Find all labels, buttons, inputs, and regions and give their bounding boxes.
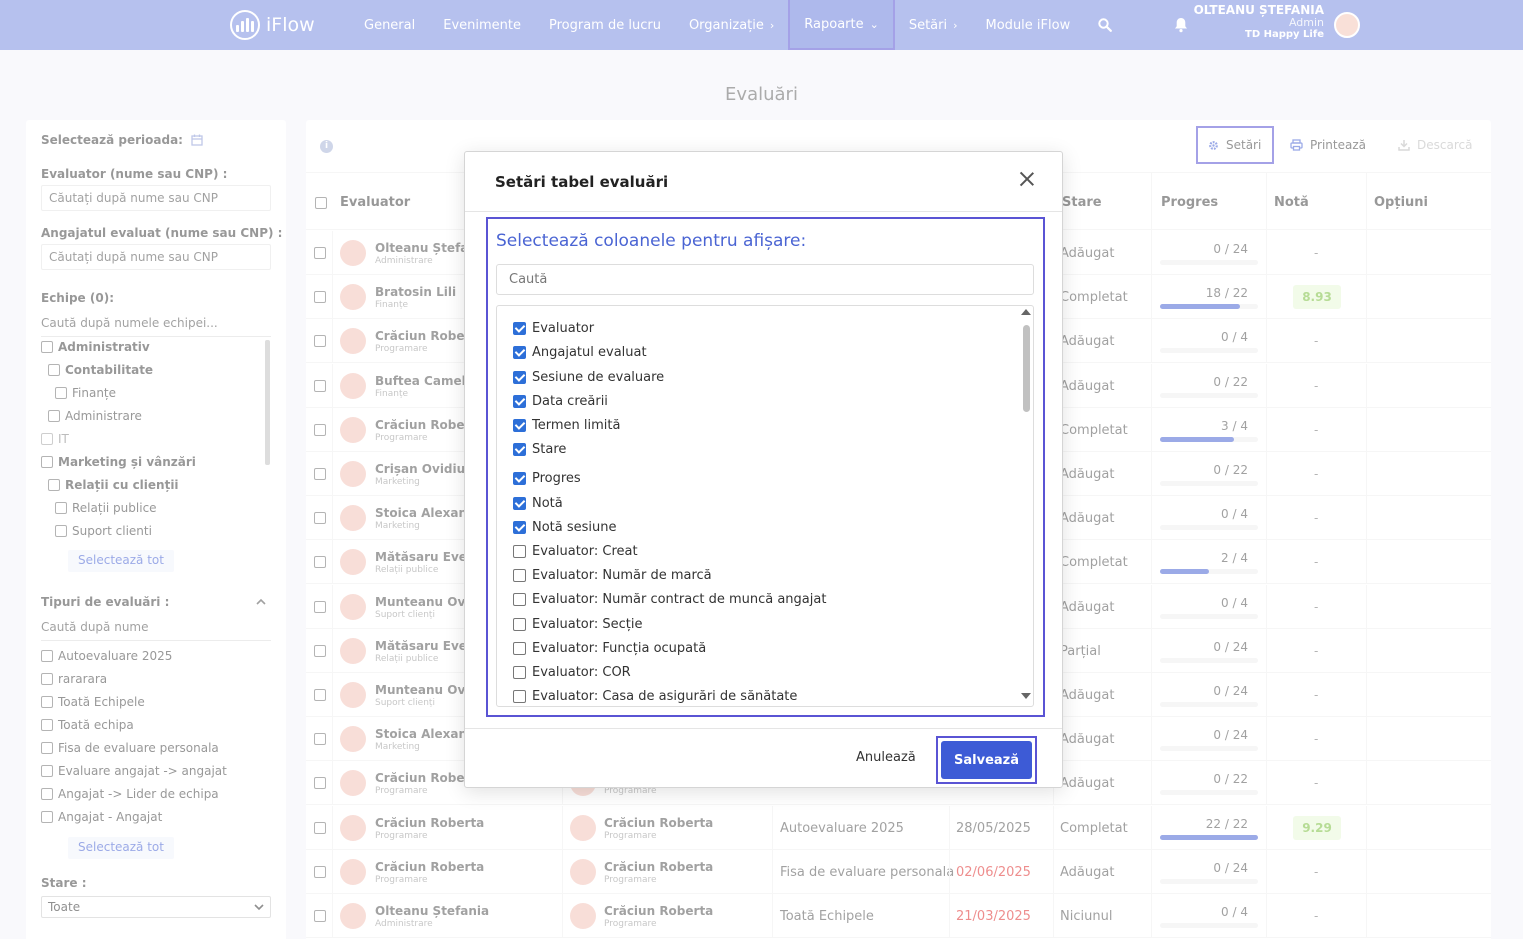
column-option-label: Notă	[532, 496, 563, 511]
column-selector: Selectează coloanele pentru afișare: Cau…	[486, 217, 1045, 717]
column-option-checkbox[interactable]	[513, 642, 526, 655]
column-option-label: Evaluator: Creat	[532, 544, 638, 559]
column-option[interactable]: Notă sesiune	[513, 520, 617, 535]
save-button[interactable]: Salvează	[941, 741, 1032, 779]
modal-title: Setări tabel evaluări	[495, 173, 669, 191]
column-option-label: Evaluator	[532, 321, 595, 336]
table-settings-modal: Setări tabel evaluări Selectează coloane…	[464, 151, 1063, 788]
column-option[interactable]: Evaluator: Casa de asigurări de sănătate	[513, 689, 797, 704]
column-option[interactable]: Evaluator: Număr contract de muncă angaj…	[513, 592, 826, 607]
column-option-checkbox[interactable]	[513, 419, 526, 432]
column-option-checkbox[interactable]	[513, 371, 526, 384]
column-option[interactable]: Evaluator	[513, 321, 594, 336]
column-option-checkbox[interactable]	[513, 618, 526, 631]
column-option-label: Evaluator: Secție	[532, 617, 643, 632]
column-option-checkbox[interactable]	[513, 395, 526, 408]
column-option-label: Notă sesiune	[532, 520, 617, 535]
column-option[interactable]: Termen limită	[513, 418, 620, 433]
column-option[interactable]: Evaluator: Număr de marcă	[513, 568, 712, 583]
scroll-up-arrow-icon[interactable]	[1021, 309, 1031, 315]
column-option-checkbox[interactable]	[513, 346, 526, 359]
column-option[interactable]: Evaluator: COR	[513, 665, 631, 680]
column-options-list: Evaluator Angajatul evaluat Sesiune de eva…	[496, 305, 1034, 707]
column-option-checkbox[interactable]	[513, 472, 526, 485]
scrollbar-thumb[interactable]	[1023, 325, 1030, 412]
column-option-label: Sesiune de evaluare	[532, 370, 665, 385]
save-button-highlight: Salvează	[936, 736, 1037, 784]
column-option-label: Evaluator: Număr de marcă	[532, 568, 712, 583]
column-option[interactable]: Evaluator: Creat	[513, 544, 638, 559]
column-selector-title: Selectează coloanele pentru afișare:	[496, 231, 807, 251]
column-option-checkbox[interactable]	[513, 666, 526, 679]
column-search-input[interactable]: Caută	[496, 264, 1034, 295]
column-option[interactable]: Progres	[513, 471, 581, 486]
scroll-down-arrow-icon[interactable]	[1021, 693, 1031, 699]
cancel-button[interactable]: Anulează	[856, 750, 916, 765]
column-option-label: Evaluator: Casa de asigurări de sănătate	[532, 689, 798, 704]
column-option-label: Evaluator: COR	[532, 665, 631, 680]
column-option-checkbox[interactable]	[513, 545, 526, 558]
column-option-label: Data creării	[532, 394, 608, 409]
column-option-label: Evaluator: Număr contract de muncă angaj…	[532, 592, 827, 607]
column-option[interactable]: Data creării	[513, 394, 608, 409]
column-option-label: Angajatul evaluat	[532, 345, 647, 360]
column-option-checkbox[interactable]	[513, 322, 526, 335]
column-option[interactable]: Angajatul evaluat	[513, 345, 647, 360]
column-option[interactable]: Sesiune de evaluare	[513, 370, 664, 385]
modal-divider	[465, 728, 1062, 729]
column-option-label: Stare	[532, 442, 567, 457]
column-option-checkbox[interactable]	[513, 593, 526, 606]
options-scrollbar[interactable]	[1020, 309, 1032, 703]
column-option-checkbox[interactable]	[513, 569, 526, 582]
column-option-checkbox[interactable]	[513, 690, 526, 703]
column-option[interactable]: Evaluator: Secție	[513, 617, 642, 632]
column-option[interactable]: Evaluator: Funcția ocupată	[513, 641, 706, 656]
column-option-label: Progres	[532, 471, 581, 486]
column-option[interactable]: Stare	[513, 442, 566, 457]
column-option-checkbox[interactable]	[513, 443, 526, 456]
close-icon[interactable]	[1018, 170, 1036, 188]
column-option-checkbox[interactable]	[513, 497, 526, 510]
column-option[interactable]: Notă	[513, 496, 563, 511]
column-option-checkbox[interactable]	[513, 521, 526, 534]
column-option-label: Termen limită	[532, 418, 621, 433]
column-option-label: Evaluator: Funcția ocupată	[532, 641, 707, 656]
modal-divider	[465, 211, 1062, 212]
